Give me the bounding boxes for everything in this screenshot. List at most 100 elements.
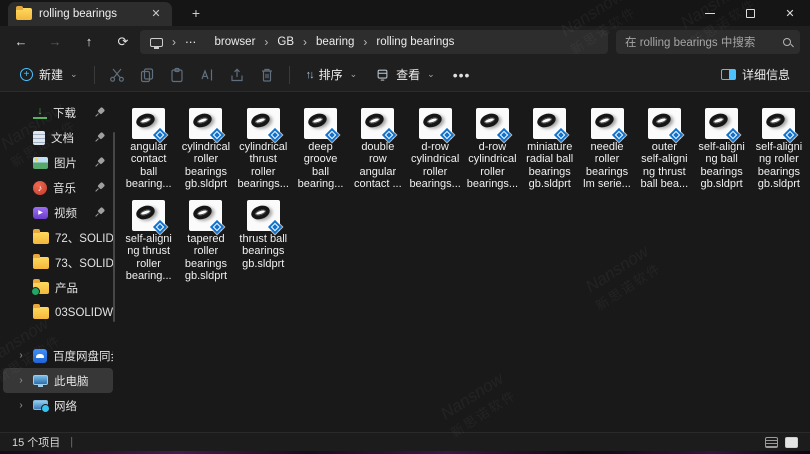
solidworks-badge-icon: [210, 220, 224, 234]
rename-button[interactable]: [193, 62, 221, 88]
tree-chevron-icon[interactable]: ›: [15, 375, 27, 386]
sidebar-item[interactable]: ↓ 下载: [3, 100, 113, 125]
search-box[interactable]: 在 rolling bearings 中搜索: [616, 30, 800, 54]
title-bar: rolling bearings ✕ + ✕: [0, 0, 810, 26]
bearing-image: [135, 111, 157, 129]
new-tab-button[interactable]: +: [186, 5, 206, 23]
breadcrumb-overflow-button[interactable]: ⋯: [185, 35, 197, 49]
sidebar-item-icon: [33, 307, 49, 319]
minimize-button[interactable]: [690, 0, 730, 26]
file-thumbnail: [419, 108, 452, 139]
sidebar-item[interactable]: › 此电脑: [3, 368, 113, 393]
sidebar-item[interactable]: 图片: [3, 150, 113, 175]
breadcrumb-segment: browser: [206, 36, 256, 48]
solidworks-badge-icon: [382, 128, 396, 142]
file-item[interactable]: miniature radial ball bearings gb.sldprt: [521, 108, 578, 200]
solidworks-badge-icon: [153, 220, 167, 234]
sidebar-item[interactable]: ♪ 音乐: [3, 175, 113, 200]
breadcrumb-segment: › rolling bearings: [363, 35, 454, 49]
sidebar-item[interactable]: 03SOLIDWORK: [3, 300, 113, 325]
sidebar-item[interactable]: ▶ 视频: [3, 200, 113, 225]
refresh-button[interactable]: ⟳: [110, 30, 136, 54]
large-icons-view-icon[interactable]: [785, 437, 798, 448]
file-item[interactable]: deep groove ball bearing...: [292, 108, 349, 200]
bearing-image: [249, 111, 271, 129]
details-pane-button[interactable]: 详细信息: [713, 61, 798, 88]
tree-chevron-icon[interactable]: ›: [15, 350, 27, 361]
maximize-icon: [746, 9, 755, 18]
bearing-image: [765, 111, 787, 129]
this-pc-icon: [150, 38, 163, 47]
sidebar-item-icon: [33, 349, 47, 363]
sidebar-item-icon: ♪: [33, 181, 47, 195]
sidebar-item-icon: [33, 257, 49, 269]
breadcrumb[interactable]: › ⋯ browser › GB › bearing ›: [140, 30, 608, 54]
close-window-button[interactable]: ✕: [770, 0, 810, 26]
forward-button[interactable]: →: [42, 30, 68, 54]
maximize-button[interactable]: [730, 0, 770, 26]
bearing-image: [249, 203, 271, 221]
explorer-tab[interactable]: rolling bearings ✕: [8, 2, 172, 26]
details-view-icon[interactable]: [765, 437, 778, 448]
file-name: self-aligni ng ball bearings gb.sldprt: [698, 141, 744, 191]
new-button[interactable]: + 新建 ⌄: [12, 61, 86, 88]
navigation-sidebar: ↓ 下载 文档 图片 ♪ 音乐: [0, 92, 116, 432]
bearing-image: [421, 111, 443, 129]
file-item[interactable]: cylindrical thrust roller bearings...: [235, 108, 292, 200]
file-thumbnail: [533, 108, 566, 139]
bearing-image: [135, 203, 157, 221]
sort-label: 排序: [319, 66, 343, 83]
solidworks-badge-icon: [497, 128, 511, 142]
file-thumbnail: [705, 108, 738, 139]
file-thumbnail: [648, 108, 681, 139]
file-item[interactable]: tapered roller bearings gb.sldprt: [177, 200, 234, 292]
sidebar-item[interactable]: 文档: [3, 125, 113, 150]
sidebar-item-label: 网络: [54, 398, 77, 414]
sidebar-item-icon: [33, 375, 48, 385]
copy-button[interactable]: [133, 62, 161, 88]
sidebar-item[interactable]: 72、SOLIDWO: [3, 225, 113, 250]
up-button[interactable]: ↑: [76, 30, 102, 54]
file-item[interactable]: d-row cylindrical roller bearings...: [464, 108, 521, 200]
cut-button[interactable]: [103, 62, 131, 88]
sidebar-item-label: 文档: [51, 130, 74, 146]
file-list: angular contact ball bearing... cylindri…: [120, 92, 810, 432]
breadcrumb-item[interactable]: bearing: [316, 36, 354, 48]
breadcrumb-item[interactable]: rolling bearings: [376, 36, 454, 48]
sort-button[interactable]: ↑↓ 排序 ⌄: [298, 61, 366, 88]
breadcrumb-item[interactable]: browser: [215, 36, 256, 48]
file-item[interactable]: double row angular contact ...: [349, 108, 406, 200]
file-item[interactable]: thrust ball bearings gb.sldprt: [235, 200, 292, 292]
sort-icon: ↑↓: [306, 69, 313, 81]
back-button[interactable]: ←: [8, 30, 34, 54]
file-name: deep groove ball bearing...: [298, 141, 344, 191]
file-item[interactable]: cylindrical roller bearings gb.sldprt: [177, 108, 234, 200]
details-label: 详细信息: [742, 66, 790, 83]
delete-button[interactable]: [253, 62, 281, 88]
file-item[interactable]: d-row cylindrical roller bearings...: [406, 108, 463, 200]
sidebar-scrollbar[interactable]: [113, 132, 116, 322]
file-item[interactable]: outer self-aligni ng thrust ball bea...: [636, 108, 693, 200]
sidebar-item[interactable]: 73、SOLIDWO: [3, 250, 113, 275]
tree-chevron-icon[interactable]: ›: [15, 400, 27, 411]
view-button[interactable]: 查看 ⌄: [367, 61, 443, 88]
paste-button[interactable]: [163, 62, 191, 88]
plus-icon: +: [20, 68, 33, 81]
file-item[interactable]: angular contact ball bearing...: [120, 108, 177, 200]
share-button[interactable]: [223, 62, 251, 88]
sidebar-item[interactable]: › 网络: [3, 393, 113, 418]
file-item[interactable]: self-aligni ng roller bearings gb.sldprt: [750, 108, 807, 200]
breadcrumb-item[interactable]: GB: [277, 36, 294, 48]
search-input[interactable]: 在 rolling bearings 中搜索: [625, 34, 783, 50]
bearing-image: [192, 203, 214, 221]
file-thumbnail: [247, 108, 280, 139]
sidebar-item[interactable]: › 百度网盘同步空: [3, 343, 113, 368]
toolbar-divider: [94, 66, 95, 84]
file-item[interactable]: self-aligni ng ball bearings gb.sldprt: [693, 108, 750, 200]
breadcrumb-segment: › bearing: [303, 35, 354, 49]
file-item[interactable]: needle roller bearings lm serie...: [578, 108, 635, 200]
sidebar-item[interactable]: 产品: [3, 275, 113, 300]
file-item[interactable]: self-aligni ng thrust roller bearing...: [120, 200, 177, 292]
close-tab-icon[interactable]: ✕: [148, 6, 164, 22]
see-more-button[interactable]: •••: [445, 62, 479, 88]
